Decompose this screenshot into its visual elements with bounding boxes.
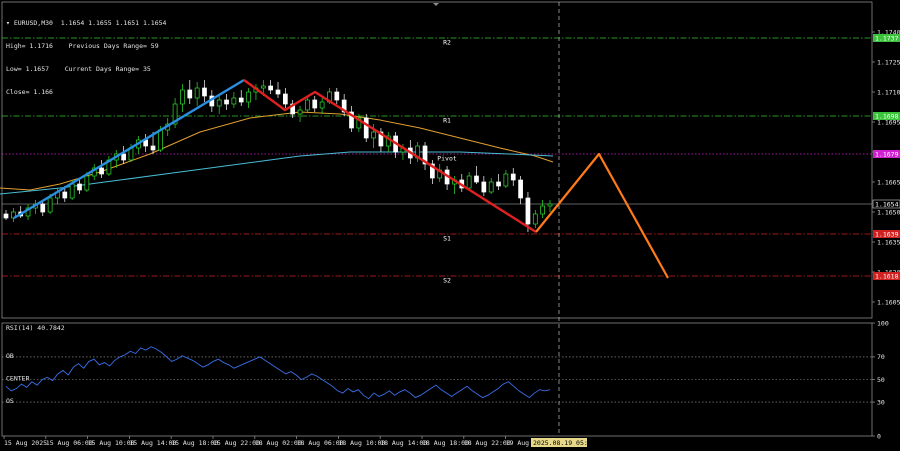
candle-body <box>180 89 185 105</box>
level-price-tag-label: 1.1679 <box>875 150 899 158</box>
candle-body <box>187 89 193 99</box>
candle-body <box>224 99 229 105</box>
candle-body <box>202 87 207 97</box>
level-price-tag-label: 1.1618 <box>875 272 899 280</box>
rsi-tick-label: 50 <box>877 376 885 384</box>
time-tick-label: 18 Aug 22:00 <box>464 439 511 447</box>
symbol-info: ▾ EURUSD,M30 1.1654 1.1655 1.1651 1.1654… <box>6 5 166 104</box>
candle-body <box>540 205 545 215</box>
candle-body <box>246 91 251 103</box>
level-label-s1: S1 <box>443 235 451 243</box>
rsi-tick-label: 30 <box>877 398 885 406</box>
candle-body <box>283 93 288 105</box>
level-label-pivot: Pivot <box>437 155 457 163</box>
projection-line <box>535 152 669 279</box>
candle-body <box>268 85 273 91</box>
price-tick-label: 1.1665 <box>877 178 900 186</box>
stat-high: High= 1.1716 <box>6 41 53 50</box>
candle-body <box>481 181 487 193</box>
rsi-level-label-ob: OB <box>6 352 14 360</box>
rsi-level-label-os: OS <box>6 397 14 405</box>
candle-body <box>503 173 509 187</box>
rsi-level-label-center: CENTER <box>6 375 30 383</box>
candle-body <box>40 203 46 213</box>
rsi-tick-label: 0 <box>877 432 881 440</box>
time-tick-label: 18 Aug 10:00 <box>338 439 385 447</box>
time-tick-label: 15 Aug 10:00 <box>88 439 135 447</box>
rsi-label: RSI(14) 40.7842 <box>6 324 65 332</box>
level-label-s2: S2 <box>443 277 451 285</box>
candle-body <box>275 89 281 95</box>
rsi-line <box>5 346 551 400</box>
candle-body <box>99 167 104 175</box>
time-tick-label: 15 Aug 18:00 <box>171 439 218 447</box>
candle-body <box>84 175 90 191</box>
candle-body <box>510 173 516 181</box>
candle-body <box>158 129 163 151</box>
time-tick-label: 15 Aug 06:00 <box>46 439 93 447</box>
candle-body <box>47 197 53 213</box>
rsi-tick-label: 100 <box>877 319 889 327</box>
candle-body <box>62 191 68 199</box>
level-price-tag-label: 1.1639 <box>875 230 899 238</box>
time-tick-label: 18 Aug 06:00 <box>297 439 344 447</box>
level-label-r2: R2 <box>443 39 451 47</box>
candle-body <box>150 145 156 151</box>
candle-body <box>121 153 126 161</box>
candle-body <box>77 183 82 191</box>
stat-prev-range: Previous Days Range= 59 <box>68 41 159 50</box>
candle-body <box>238 97 244 103</box>
candle-body <box>371 131 376 139</box>
candle-body <box>474 175 479 183</box>
candle-body <box>312 99 318 109</box>
price-tick-label: 1.1725 <box>877 58 900 66</box>
candle-body <box>231 97 237 105</box>
price-tick-label: 1.1650 <box>877 208 900 216</box>
stat-low: Low= 1.1657 <box>6 64 50 73</box>
current-price-tag-label: 1.1654 <box>875 200 899 208</box>
candle-body <box>3 213 9 219</box>
level-label-r1: R1 <box>443 117 451 125</box>
candle-body <box>496 181 501 187</box>
time-tick-label: 15 Aug 2025 <box>4 439 47 447</box>
shift-marker-icon[interactable] <box>433 3 439 6</box>
stat-cur-range: Current Days Range= 35 <box>64 64 151 73</box>
dropdown-arrow-icon[interactable]: ▾ <box>6 19 14 27</box>
level-price-tag-label: 1.1737 <box>875 34 899 42</box>
crosshair-time-label: 2025.08.19 05:30 <box>533 439 596 447</box>
candle-body <box>297 109 303 115</box>
time-tick-label: 15 Aug 14:00 <box>129 439 176 447</box>
time-tick-label: 15 Aug 22:00 <box>213 439 260 447</box>
candle-body <box>319 101 325 109</box>
stat-close: Close= 1.166 <box>6 87 53 96</box>
rsi-tick-label: 70 <box>877 353 885 361</box>
candle-body <box>518 179 523 199</box>
price-tick-label: 1.1710 <box>877 88 900 96</box>
candle-body <box>363 117 369 139</box>
candle-body <box>466 175 472 189</box>
time-tick-label: 18 Aug 18:00 <box>422 439 469 447</box>
candle-body <box>305 99 310 111</box>
candle-body <box>260 85 266 89</box>
candle-body <box>216 99 222 107</box>
candle-body <box>194 87 200 99</box>
symbol-line: EURUSD,M30 1.1654 1.1655 1.1651 1.1654 <box>13 19 167 28</box>
candle-body <box>547 203 553 207</box>
candle-body <box>334 91 340 101</box>
candle-body <box>525 197 531 225</box>
time-tick-label: 18 Aug 02:00 <box>255 439 302 447</box>
price-tick-label: 1.1605 <box>877 298 900 306</box>
candle-body <box>488 181 494 193</box>
candle-body <box>532 213 538 225</box>
level-price-tag-label: 1.1698 <box>875 112 899 120</box>
time-tick-label: 18 Aug 14:00 <box>380 439 427 447</box>
candle-body <box>69 183 75 199</box>
trend-line <box>243 79 537 234</box>
price-tick-label: 1.1635 <box>877 238 900 246</box>
